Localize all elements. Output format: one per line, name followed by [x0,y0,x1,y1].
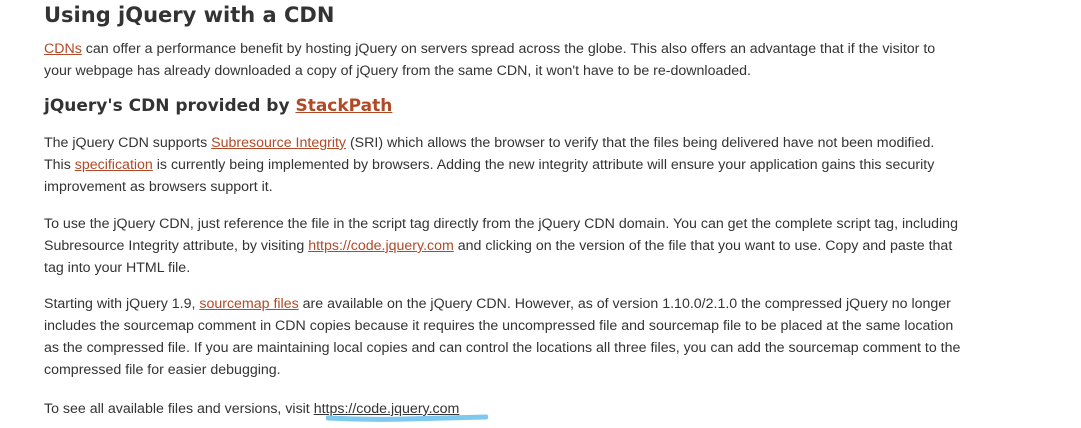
highlight-underline-mark [326,414,488,422]
code-jquery-link[interactable]: https://code.jquery.com [308,238,454,254]
sri-text-1: The jQuery CDN supports [44,135,212,151]
sourcemap-files-link[interactable]: sourcemap files [199,296,298,312]
section-heading: jQuery's CDN provided by StackPath [44,96,392,116]
cdns-link[interactable]: CDNs [44,41,82,57]
intro-paragraph: CDNs can offer a performance benefit by … [44,38,964,82]
stackpath-link[interactable]: StackPath [295,96,392,116]
versions-paragraph: To see all available files and versions,… [44,398,964,420]
subresource-integrity-link[interactable]: Subresource Integrity [211,135,346,151]
section-heading-text: jQuery's CDN provided by [44,96,296,116]
sourcemap-text-1: Starting with jQuery 1.9, [44,296,200,312]
intro-text: can offer a performance benefit by hosti… [44,41,936,79]
page-title: Using jQuery with a CDN [44,3,335,27]
usage-paragraph: To use the jQuery CDN, just reference th… [44,213,964,279]
sri-text-3: is currently being implemented by browse… [44,157,935,195]
sri-paragraph: The jQuery CDN supports Subresource Inte… [44,132,964,198]
sourcemap-paragraph: Starting with jQuery 1.9, sourcemap file… [44,293,964,381]
versions-text: To see all available files and versions,… [44,401,314,417]
specification-link[interactable]: specification [75,157,153,173]
